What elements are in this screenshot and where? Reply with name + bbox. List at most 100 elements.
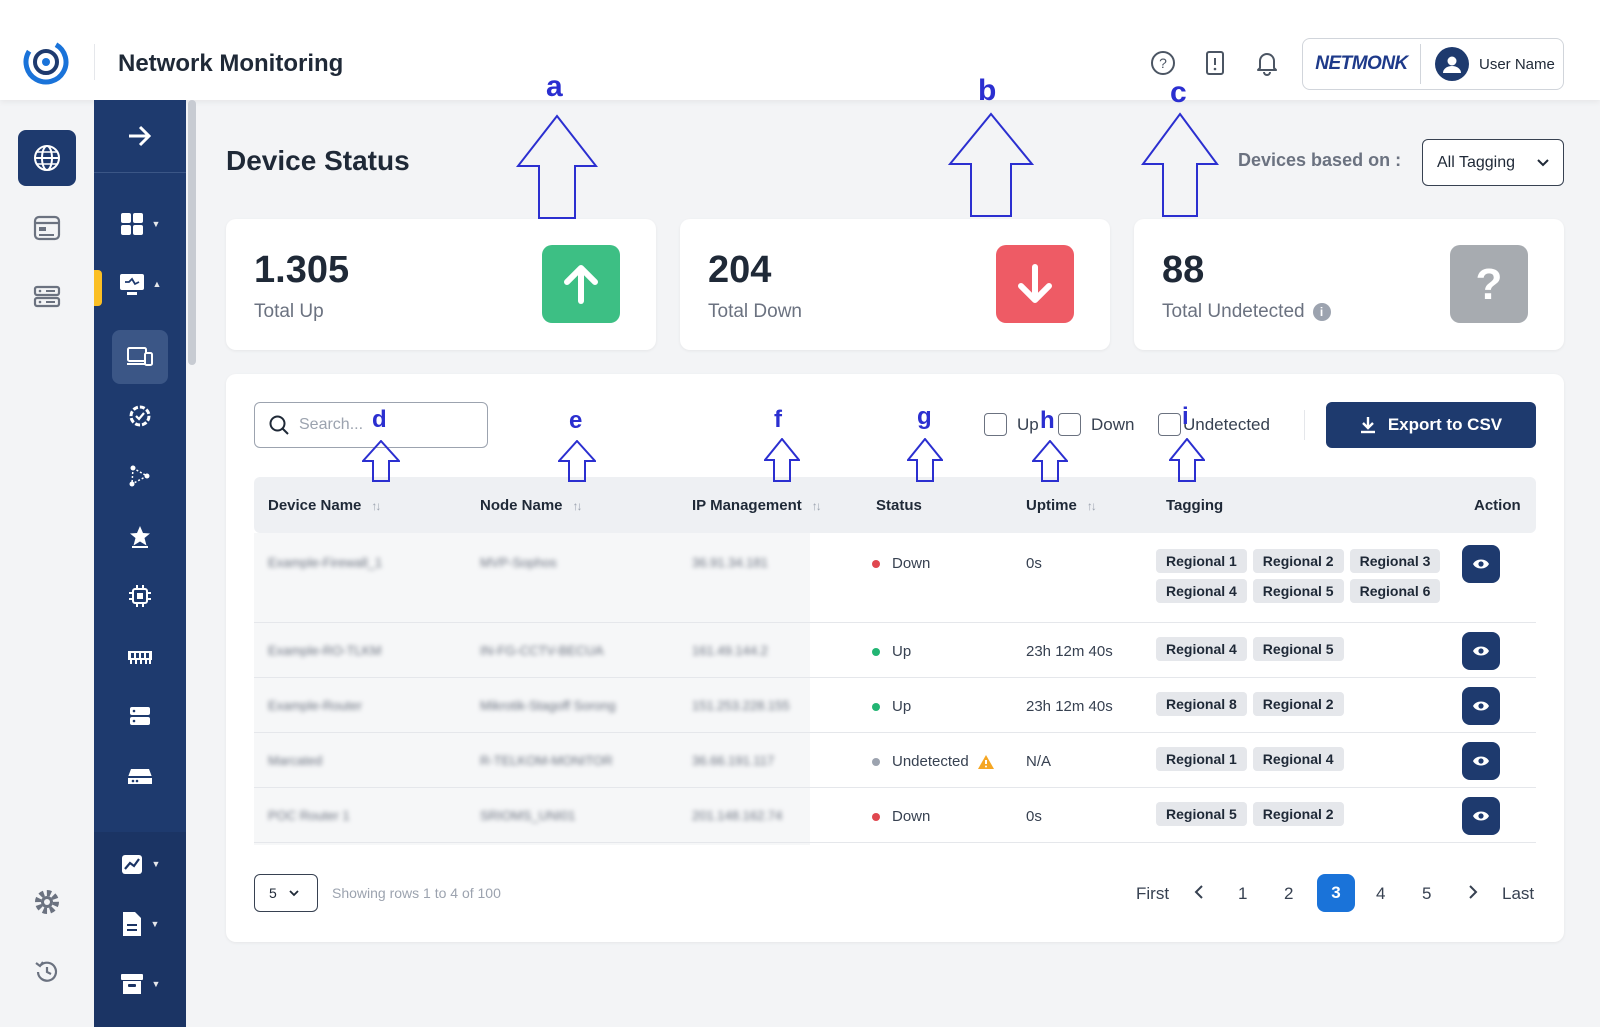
info-icon[interactable]: i: [1312, 303, 1331, 321]
rows-per-page-select[interactable]: 5: [254, 874, 318, 912]
star-icon: [130, 526, 150, 548]
filter-down-checkbox[interactable]: Down: [1058, 413, 1134, 436]
rail-history-button[interactable]: [18, 944, 76, 1000]
sidebar-item-favorites[interactable]: [94, 512, 186, 560]
sidebar-active-marker: [94, 270, 102, 306]
device-name-cell[interactable]: Marcated: [268, 753, 322, 768]
sort-icon[interactable]: ↑↓: [371, 499, 381, 513]
checkbox-box[interactable]: [1158, 413, 1181, 436]
sidebar-item-processor[interactable]: [94, 572, 186, 620]
total-down-card[interactable]: 204 Total Down: [680, 219, 1110, 350]
sidebar-item-memory[interactable]: [94, 632, 186, 680]
column-header-uptime[interactable]: Uptime ↑↓: [1026, 497, 1097, 514]
sidebar-item-dashboard[interactable]: ▼: [94, 200, 186, 248]
page-3-button[interactable]: 3: [1317, 874, 1355, 912]
total-up-card[interactable]: 1.305 Total Up: [226, 219, 656, 350]
checkbox-box[interactable]: [1058, 413, 1081, 436]
table-row[interactable]: Example-Router Mikrotik-Stagoff Sorong 1…: [254, 678, 1536, 733]
sort-icon[interactable]: ↑↓: [573, 499, 583, 513]
annotation-label-a: a: [546, 70, 563, 103]
table-row[interactable]: Marcated R-TELKOM-MONITOR 36.66.191.117 …: [254, 733, 1536, 788]
column-label: Uptime: [1026, 497, 1077, 514]
column-header-device-name[interactable]: Device Name ↑↓: [268, 497, 381, 514]
top-bar: Network Monitoring ? NETMONK User Name: [0, 0, 1600, 100]
total-undetected-card[interactable]: 88 Total Undetected i ?: [1134, 219, 1564, 350]
column-header-tagging: Tagging: [1166, 497, 1223, 514]
next-page-button[interactable]: [1468, 884, 1478, 904]
sidebar-item-analytics[interactable]: ▼: [94, 840, 186, 888]
sidebar-item-disk[interactable]: [94, 752, 186, 800]
rail-network-button[interactable]: [18, 130, 76, 186]
filter-down-label: Down: [1091, 414, 1135, 434]
rail-dashboard-button[interactable]: [18, 200, 76, 256]
grid-icon: [120, 213, 143, 235]
table-row[interactable]: POC Router 1 SRIOMS_UNI01 201.148.162.74…: [254, 788, 1536, 843]
device-name-cell[interactable]: Example-Router: [268, 698, 362, 713]
annotation-arrow-up-icon: [1141, 112, 1219, 217]
prev-page-button[interactable]: [1194, 884, 1204, 904]
sidebar-item-reports[interactable]: ▼: [94, 900, 186, 948]
export-csv-button[interactable]: Export to CSV: [1326, 402, 1536, 448]
first-page-link[interactable]: First: [1136, 884, 1169, 904]
page-2-button[interactable]: 2: [1284, 884, 1293, 904]
device-name-cell[interactable]: Example-Firewall_1: [268, 555, 382, 570]
chart-icon: [121, 855, 142, 874]
caret-down-icon: ▼: [150, 919, 160, 929]
rail-server-button[interactable]: [18, 268, 76, 324]
caret-down-icon: ▼: [151, 219, 161, 229]
annotation-arrow-up-icon: [764, 438, 800, 482]
sidebar-item-storage[interactable]: [94, 692, 186, 740]
device-name-cell[interactable]: Example-RO-TLKM: [268, 643, 381, 658]
tagging-filter-select[interactable]: All Tagging: [1422, 139, 1564, 186]
server-icon: [33, 285, 61, 308]
arrow-right-icon: [129, 125, 152, 147]
filter-up-checkbox[interactable]: Up: [984, 413, 1039, 436]
page-4-button[interactable]: 4: [1376, 884, 1385, 904]
column-header-ip-management[interactable]: IP Management ↑↓: [692, 497, 822, 514]
sidebar-item-device-status[interactable]: [112, 330, 168, 384]
rows-info: Showing rows 1 to 4 of 100: [332, 885, 501, 901]
app-logo[interactable]: [22, 38, 70, 86]
status-dot-undetected: [872, 757, 880, 766]
document-icon: [122, 912, 141, 936]
tag-list: Regional 1 Regional 4: [1156, 747, 1456, 771]
sidebar-divider: [94, 172, 186, 173]
total-down-value: 204: [708, 249, 772, 291]
gear-icon: [35, 890, 59, 914]
table-row[interactable]: Example-RO-TLKM IN-FG-CCTV-BECUA 161.49.…: [254, 623, 1536, 678]
tag: Regional 2: [1252, 549, 1344, 573]
table-row[interactable]: Example-Firewall_1 MVP-Sophos 36.91.34.1…: [254, 533, 1536, 623]
book-icon[interactable]: [1202, 50, 1228, 76]
sort-icon[interactable]: ↑↓: [812, 499, 822, 513]
sidebar-item-monitoring[interactable]: ▲: [94, 260, 186, 308]
device-name-cell[interactable]: POC Router 1: [268, 808, 350, 823]
last-page-link[interactable]: Last: [1502, 884, 1534, 904]
page-1-button[interactable]: 1: [1238, 884, 1247, 904]
warning-icon[interactable]: [977, 754, 995, 770]
uptime-cell: 0s: [1026, 555, 1042, 572]
sidebar-item-verified[interactable]: [94, 392, 186, 440]
sidebar-expand-button[interactable]: [94, 112, 186, 160]
node-name-cell: R-TELKOM-MONITOR: [480, 753, 613, 768]
page-5-button[interactable]: 5: [1422, 884, 1431, 904]
sidebar-item-archive[interactable]: ▼: [94, 960, 186, 1008]
view-button[interactable]: [1462, 687, 1500, 725]
checkbox-box[interactable]: [984, 413, 1007, 436]
bell-icon[interactable]: [1254, 50, 1280, 76]
sidebar-item-topology[interactable]: [94, 452, 186, 500]
help-icon[interactable]: ?: [1150, 50, 1176, 76]
view-button[interactable]: [1462, 632, 1500, 670]
sidebar-scrollbar[interactable]: [188, 100, 196, 365]
filter-undetected-checkbox[interactable]: Undetected: [1158, 413, 1270, 436]
sort-icon[interactable]: ↑↓: [1087, 499, 1097, 513]
view-button[interactable]: [1462, 742, 1500, 780]
eye-icon: [1473, 811, 1489, 821]
column-header-node-name[interactable]: Node Name ↑↓: [480, 497, 583, 514]
svg-text:?: ?: [1159, 55, 1167, 71]
rail-settings-button[interactable]: [18, 874, 76, 930]
view-button[interactable]: [1462, 545, 1500, 583]
view-button[interactable]: [1462, 797, 1500, 835]
filter-label: Devices based on :: [1238, 150, 1402, 170]
eye-icon: [1473, 756, 1489, 766]
user-menu[interactable]: NETMONK User Name: [1302, 38, 1564, 90]
